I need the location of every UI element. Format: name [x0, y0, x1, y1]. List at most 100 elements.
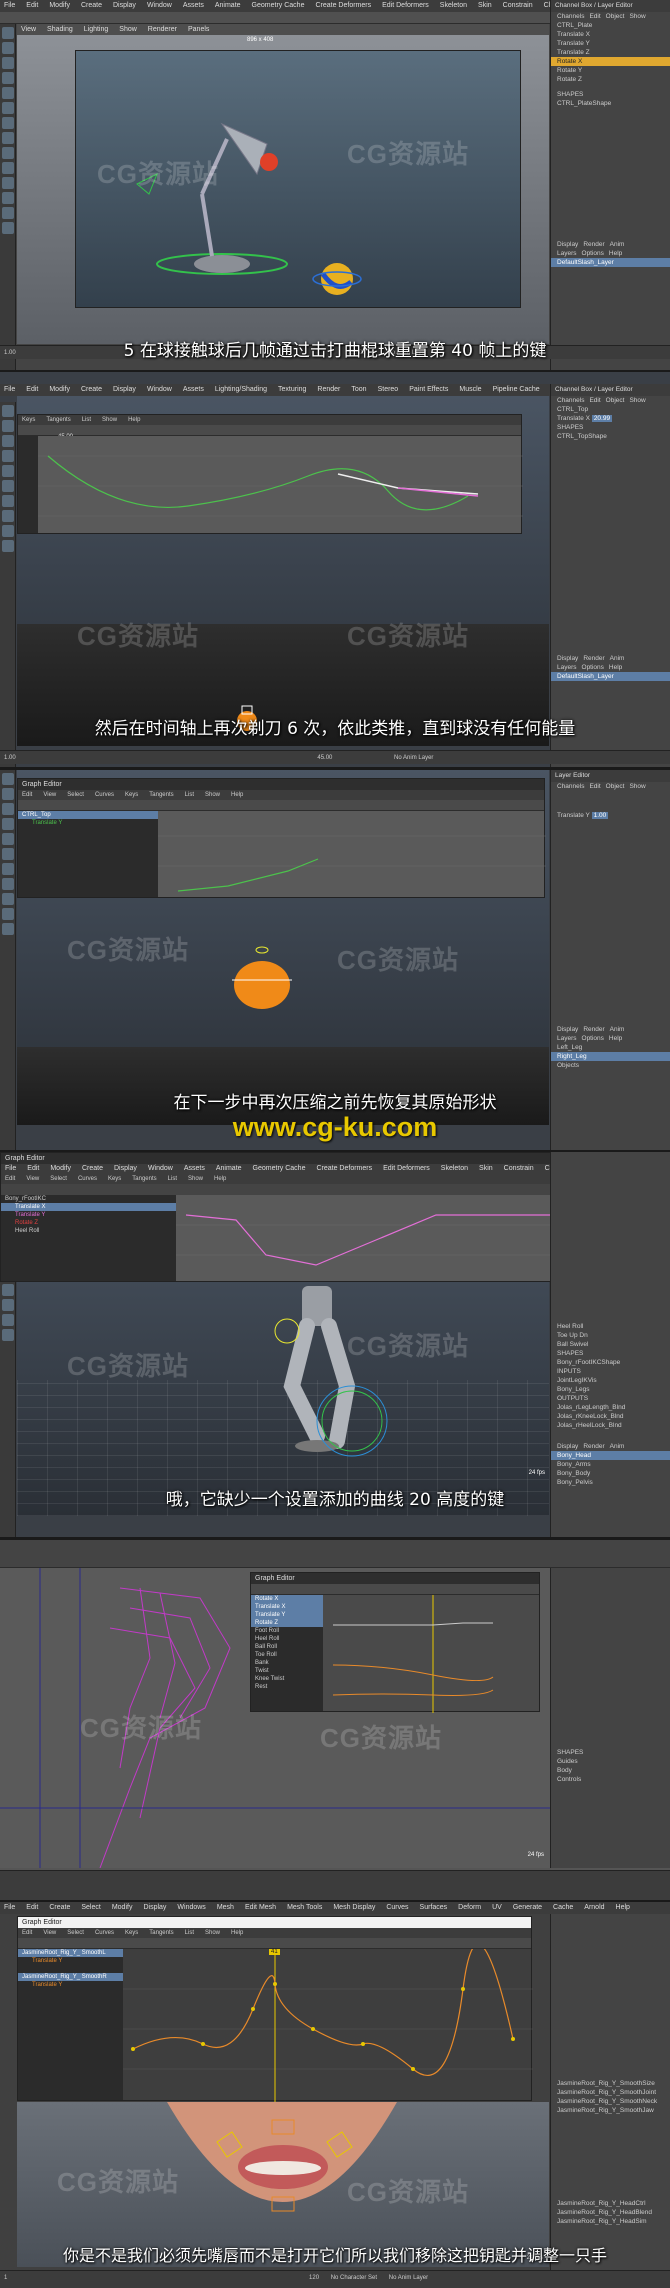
object-name[interactable]: CTRL_Plate: [551, 21, 670, 30]
layer-tabs[interactable]: Display Render Anim: [551, 654, 670, 663]
attr-ball-swivel[interactable]: Ball Swivel: [551, 1340, 670, 1349]
channel-tab[interactable]: Edit: [589, 13, 600, 20]
menu-item[interactable]: Arnold: [584, 1902, 604, 1914]
graph-editor[interactable]: Graph Editor Edit View Select Curves Keys Tan…: [17, 778, 546, 898]
layer-tab[interactable]: Display: [557, 1443, 578, 1450]
layer-tabs[interactable]: Display Render Anim: [551, 1025, 670, 1034]
channel-box-tabs[interactable]: Channels Edit Object Show: [551, 782, 670, 791]
attr-item[interactable]: JasmineRoot_Rig_Y_SmoothSize: [551, 2079, 670, 2088]
graph-outliner[interactable]: Rotate X Translate X Translate Y Rotate Z Fo…: [251, 1595, 323, 1711]
menu-item[interactable]: Constrain: [504, 1164, 534, 1174]
channel-box-tabs[interactable]: Channels Edit Object Show: [551, 396, 670, 405]
layer-item[interactable]: DefaultSlash_Layer: [551, 672, 670, 681]
graph-menu-item[interactable]: Keys: [108, 1174, 121, 1184]
output-item[interactable]: Jolas_rHeelLock_Blnd: [551, 1421, 670, 1430]
range-start[interactable]: 1: [4, 2275, 7, 2281]
menu-item[interactable]: Stereo: [378, 384, 399, 396]
attribute-list[interactable]: Translate X Translate Y Translate Z Rotate …: [551, 30, 670, 84]
graph-menu-item[interactable]: Help: [231, 1928, 243, 1938]
outliner-item[interactable]: Rotate X: [251, 1595, 323, 1603]
graph-outliner[interactable]: CTRL_Top Translate Y: [18, 811, 158, 897]
layer-tab[interactable]: Display: [557, 655, 578, 662]
graph-area[interactable]: [323, 1595, 539, 1713]
menu-item[interactable]: Modify: [50, 1164, 71, 1174]
current-frame-marker[interactable]: 41: [269, 1949, 280, 1955]
attr-row[interactable]: Rotate Z: [551, 75, 670, 84]
layer-tab[interactable]: Render: [583, 1443, 604, 1450]
channel-tab[interactable]: Object: [606, 397, 625, 404]
graph-menu-item[interactable]: Help: [128, 415, 140, 425]
channel-box[interactable]: SHAPES Guides Body Controls: [550, 1568, 670, 1868]
layer-item[interactable]: Objects: [551, 1061, 670, 1070]
attr-row[interactable]: Translate X: [551, 30, 670, 39]
menu-item[interactable]: Toon: [351, 384, 366, 396]
menu-item[interactable]: Mesh Display: [333, 1902, 375, 1914]
graph-menu-item[interactable]: List: [185, 790, 194, 800]
graph-menu-item[interactable]: Tangents: [46, 415, 70, 425]
channel-tab[interactable]: Object: [606, 13, 625, 20]
graph-area[interactable]: [38, 436, 523, 533]
graph-menu-item[interactable]: Show: [205, 790, 220, 800]
menu-item[interactable]: Skeleton: [441, 1164, 468, 1174]
channel-tab[interactable]: Channels: [557, 13, 584, 20]
timeline[interactable]: 1.00 45.00 No Anim Layer: [0, 750, 670, 764]
shape-name[interactable]: Bony_rFootIKCShape: [551, 1358, 670, 1367]
layer-tab[interactable]: Render: [583, 1026, 604, 1033]
graph-menu-item[interactable]: View: [43, 790, 56, 800]
menu-item[interactable]: Skin: [479, 1164, 493, 1174]
output-item[interactable]: Jolas_rLegLength_Blnd: [551, 1403, 670, 1412]
menu-item[interactable]: Select: [81, 1902, 100, 1914]
menu-item[interactable]: Display: [114, 1164, 137, 1174]
graph-menu-item[interactable]: Curves: [95, 1928, 114, 1938]
graph-editor-toolbar[interactable]: 45.00: [18, 425, 521, 440]
attr-row[interactable]: Translate Z: [551, 48, 670, 57]
layer-menu[interactable]: Layers Options Help: [551, 663, 670, 672]
menu-item[interactable]: Create Deformers: [315, 0, 371, 12]
viewport[interactable]: View Shading Lighting Show Renderer Panels 89…: [17, 24, 549, 344]
layer-menu-item[interactable]: Options: [582, 1035, 604, 1042]
layer-menu[interactable]: Layers Options Help: [551, 249, 670, 258]
graph-menu-item[interactable]: Curves: [95, 790, 114, 800]
layer-menu[interactable]: Layers Options Help: [551, 1034, 670, 1043]
layer-item[interactable]: Body: [551, 1766, 670, 1775]
channel-tab[interactable]: Show: [629, 13, 645, 20]
channel-tab[interactable]: Channels: [557, 397, 584, 404]
graph-area[interactable]: 41: [123, 1943, 533, 2102]
outliner-item[interactable]: Foot Roll: [251, 1627, 323, 1635]
layer-tabs[interactable]: Display Render Anim: [551, 240, 670, 249]
menu-item[interactable]: Geometry Cache: [253, 1164, 306, 1174]
layer-menu-item[interactable]: Options: [582, 250, 604, 257]
menu-item[interactable]: Cache: [553, 1902, 573, 1914]
toolbox[interactable]: [0, 402, 16, 767]
outliner-item[interactable]: Twist: [251, 1667, 323, 1675]
channel-tab[interactable]: Channels: [557, 783, 584, 790]
graph-area[interactable]: [158, 811, 546, 897]
menu-item[interactable]: Edit Deformers: [382, 0, 429, 12]
outliner-item[interactable]: Rest: [251, 1683, 323, 1691]
toolbox[interactable]: [0, 24, 16, 370]
menu-item[interactable]: Window: [148, 1164, 173, 1174]
attr-row[interactable]: Translate Y: [551, 39, 670, 48]
layer-menu-item[interactable]: Options: [582, 664, 604, 671]
outliner-item[interactable]: Heel Roll: [251, 1635, 323, 1643]
menu-item[interactable]: Create: [82, 1164, 103, 1174]
attr-toe-up-dn[interactable]: Toe Up Dn: [551, 1331, 670, 1340]
menu-item[interactable]: Modify: [112, 1902, 133, 1914]
layer-menu-item[interactable]: Layers: [557, 1035, 577, 1042]
graph-outliner[interactable]: JasmineRoot_Rig_Y_ SmoothL Translate Y J…: [18, 1949, 123, 2100]
attr-value[interactable]: 1.00: [591, 812, 609, 819]
menu-item[interactable]: Modify: [49, 384, 70, 396]
input-item[interactable]: JointLegIKVis: [551, 1376, 670, 1385]
menu-item[interactable]: Lighting/Shading: [215, 384, 267, 396]
graph-menu-item[interactable]: Curves: [78, 1174, 97, 1184]
graph-editor-menu[interactable]: Edit View Select Curves Keys Tangents List Show…: [1, 1174, 624, 1184]
layer-item[interactable]: Guides: [551, 1757, 670, 1766]
graph-menu-item[interactable]: Show: [188, 1174, 203, 1184]
layer-menu-item[interactable]: Layers: [557, 250, 577, 257]
layer-tabs[interactable]: Display Render Anim: [551, 1442, 670, 1451]
menu-item[interactable]: Skeleton: [440, 0, 467, 12]
menu-item[interactable]: Display: [113, 0, 136, 12]
outliner-item[interactable]: Ball Roll: [251, 1643, 323, 1651]
menu-item[interactable]: Edit: [26, 384, 38, 396]
menu-item[interactable]: UV: [492, 1902, 502, 1914]
